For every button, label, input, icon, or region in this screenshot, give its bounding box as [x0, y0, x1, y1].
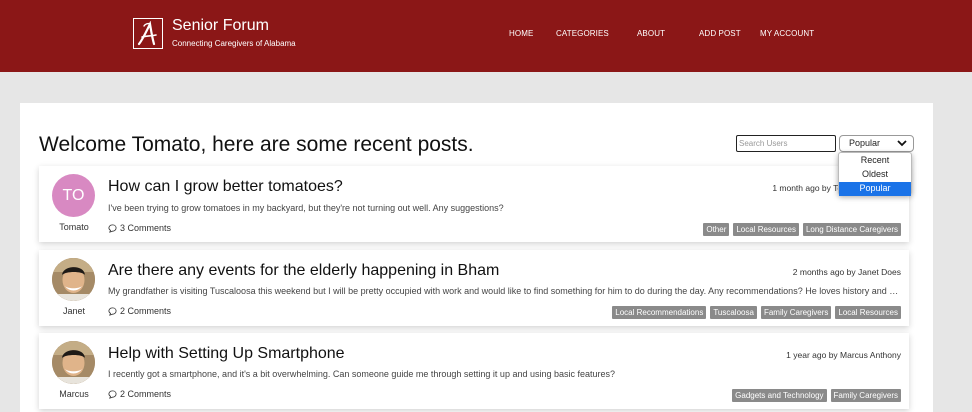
- tag[interactable]: Local Recommendations: [612, 306, 707, 319]
- post-author[interactable]: Janet: [39, 306, 109, 316]
- site-subtitle: Connecting Caregivers of Alabama: [172, 39, 296, 48]
- comment-icon: [108, 223, 117, 233]
- tag[interactable]: Local Resources: [835, 306, 901, 319]
- sort-select[interactable]: Popular: [839, 135, 914, 152]
- post-title[interactable]: How can I grow better tomatoes?: [108, 178, 343, 196]
- sort-option-oldest[interactable]: Oldest: [839, 168, 911, 182]
- nav-home[interactable]: HOME: [509, 29, 533, 38]
- tag[interactable]: Family Caregivers: [830, 389, 901, 402]
- site-header: Senior Forum Connecting Caregivers of Al…: [0, 0, 972, 72]
- avatar[interactable]: TO: [52, 174, 95, 217]
- sort-option-popular[interactable]: Popular: [839, 182, 911, 196]
- post-tags: Gadgets and Technology Family Caregivers: [732, 389, 901, 402]
- search-users-input[interactable]: [736, 135, 836, 152]
- tag[interactable]: Gadgets and Technology: [732, 389, 827, 402]
- nav-categories[interactable]: CATEGORIES: [556, 29, 609, 38]
- post-meta: 2 months ago by Janet Does: [792, 267, 901, 277]
- tag[interactable]: Tuscaloosa: [710, 306, 757, 319]
- sort-option-recent[interactable]: Recent: [839, 154, 911, 168]
- post-tags: Local Recommendations Tuscaloosa Family …: [612, 306, 901, 319]
- post-body: I've been trying to grow tomatoes in my …: [108, 203, 504, 213]
- comments-link[interactable]: 3 Comments: [108, 223, 171, 233]
- post-body: I recently got a smartphone, and it's a …: [108, 369, 616, 379]
- nav-add-post[interactable]: ADD POST: [699, 29, 741, 38]
- post-card[interactable]: Janet Are there any events for the elder…: [39, 250, 909, 326]
- site-title[interactable]: Senior Forum: [172, 17, 269, 35]
- comments-count: 2 Comments: [120, 306, 172, 316]
- page-title: Welcome Tomato, here are some recent pos…: [39, 133, 474, 156]
- post-title[interactable]: Are there any events for the elderly hap…: [108, 262, 499, 280]
- nav-about[interactable]: ABOUT: [637, 29, 665, 38]
- post-card[interactable]: Marcus Help with Setting Up Smartphone 1…: [39, 333, 909, 409]
- tag[interactable]: Other: [703, 223, 730, 236]
- tag[interactable]: Family Caregivers: [760, 306, 832, 319]
- post-author[interactable]: Marcus: [39, 389, 109, 399]
- post-body: My grandfather is visiting Tuscaloosa th…: [108, 286, 901, 296]
- post-meta: 1 year ago by Marcus Anthony: [786, 350, 901, 360]
- comments-link[interactable]: 2 Comments: [108, 389, 171, 399]
- comments-count: 3 Comments: [120, 223, 172, 233]
- post-title[interactable]: Help with Setting Up Smartphone: [108, 345, 345, 363]
- comments-count: 2 Comments: [120, 389, 172, 399]
- avatar[interactable]: [52, 341, 95, 384]
- tag[interactable]: Long Distance Caregivers: [802, 223, 901, 236]
- sort-dropdown-menu: Recent Oldest Popular: [838, 152, 912, 196]
- post-tags: Other Local Resources Long Distance Care…: [703, 223, 901, 236]
- script-a-logo-icon[interactable]: [133, 18, 163, 49]
- comments-link[interactable]: 2 Comments: [108, 306, 171, 316]
- comment-icon: [108, 306, 117, 316]
- tag[interactable]: Local Resources: [733, 223, 799, 236]
- post-card[interactable]: TO Tomato How can I grow better tomatoes…: [39, 166, 909, 242]
- chevron-down-icon: [897, 139, 907, 149]
- sort-selected-value: Popular: [849, 138, 881, 148]
- comment-icon: [108, 389, 117, 399]
- avatar[interactable]: [52, 258, 95, 301]
- post-author[interactable]: Tomato: [39, 222, 109, 232]
- nav-my-account[interactable]: MY ACCOUNT: [760, 29, 814, 38]
